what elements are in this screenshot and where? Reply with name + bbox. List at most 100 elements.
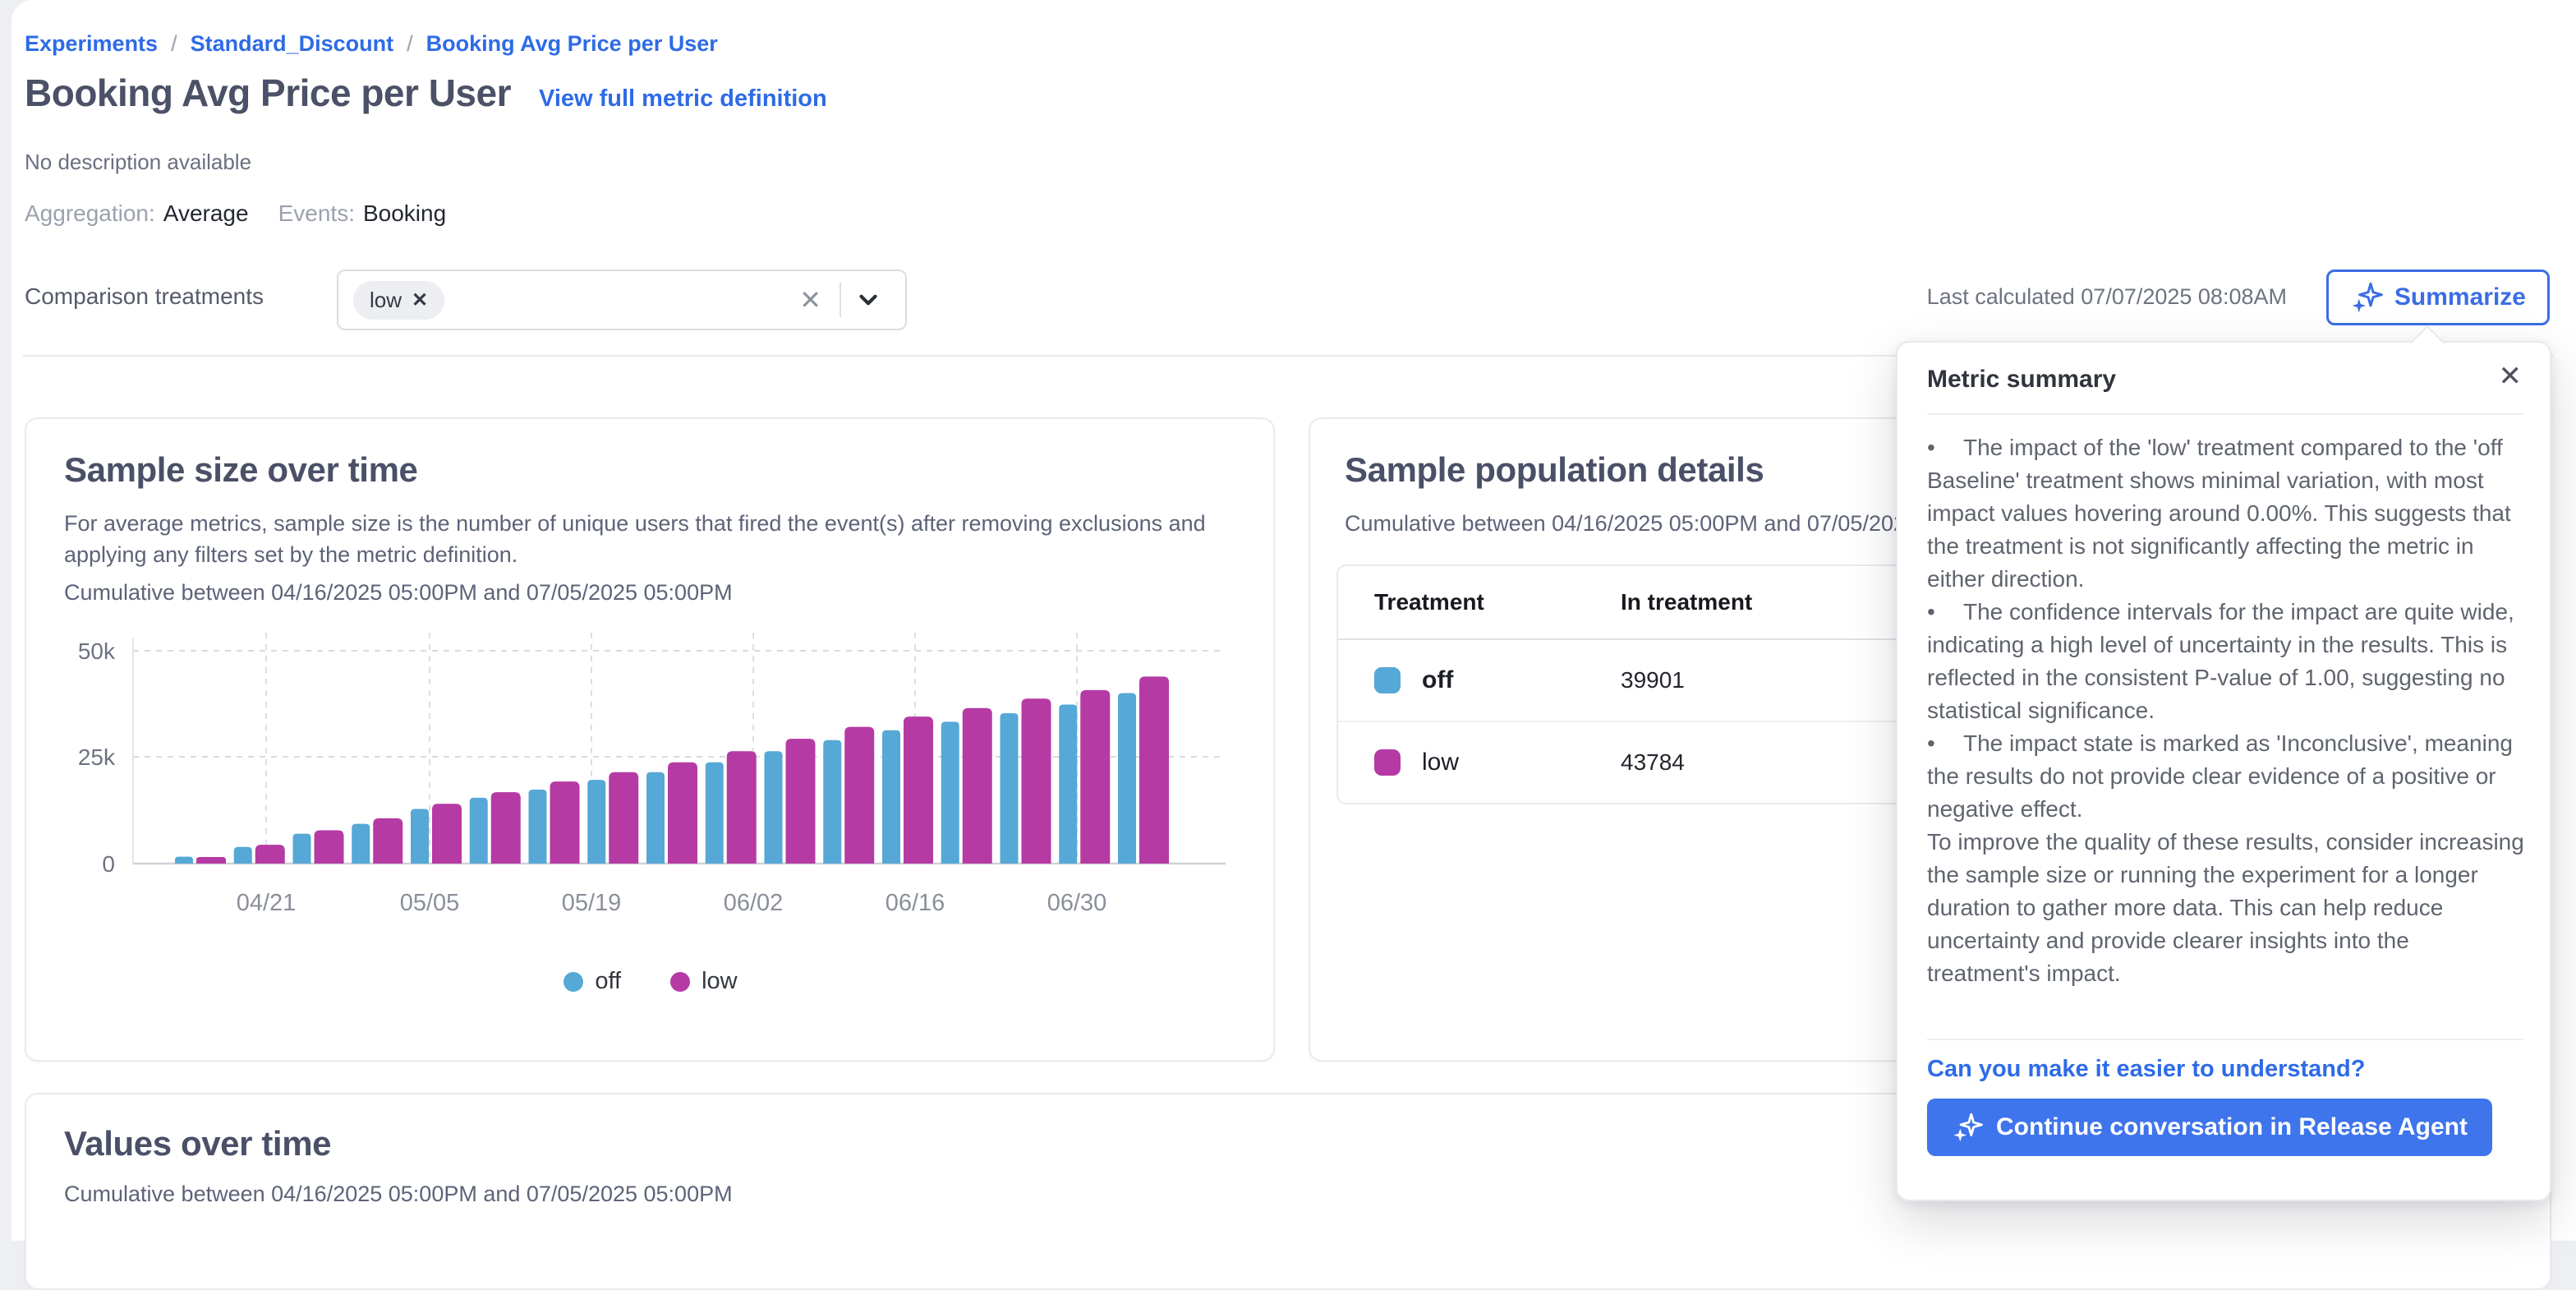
in-treatment-value: 43784 <box>1621 749 1916 776</box>
bar-off <box>823 740 841 864</box>
popover-divider <box>1927 413 2523 415</box>
metric-description: No description available <box>25 150 251 175</box>
bar-low <box>1080 690 1110 864</box>
bar-low <box>1022 698 1051 864</box>
view-metric-definition-link[interactable]: View full metric definition <box>539 85 827 113</box>
treatment-color-swatch <box>1374 667 1401 693</box>
bar-low <box>373 818 402 864</box>
bar-off <box>587 780 605 864</box>
breadcrumb-separator: / <box>407 31 413 57</box>
treatment-chip-label: low <box>370 288 402 313</box>
summary-text: •The impact of the 'low' treatment compa… <box>1927 431 2525 990</box>
followup-question-link[interactable]: Can you make it easier to understand? <box>1927 1056 2365 1083</box>
last-calculated-text: Last calculated 07/07/2025 08:08AM <box>1927 284 2287 310</box>
bar-off <box>234 847 252 864</box>
chip-remove-icon[interactable]: ✕ <box>412 288 428 312</box>
card-subtitle: Cumulative between 04/16/2025 05:00PM an… <box>64 580 733 606</box>
column-header: In treatment <box>1621 589 1916 615</box>
breadcrumb-link[interactable]: Experiments <box>25 31 158 57</box>
sample-size-card: Sample size over time For average metric… <box>25 417 1275 1062</box>
comparison-treatments-input[interactable]: low ✕ ✕ <box>337 270 907 330</box>
summary-bullet: •The impact state is marked as 'Inconclu… <box>1927 727 2525 826</box>
metric-summary-popover: Metric summary ✕ •The impact of the 'low… <box>1896 341 2551 1201</box>
column-header: Treatment <box>1374 589 1621 615</box>
legend-item-low[interactable]: low <box>670 968 738 995</box>
svg-text:04/21: 04/21 <box>237 890 297 916</box>
card-title: Sample population details <box>1345 450 1764 490</box>
bar-off <box>411 809 429 864</box>
metric-meta-row: Aggregation:Average Events:Booking <box>25 200 446 227</box>
bar-low <box>491 792 521 864</box>
continue-conversation-label: Continue conversation in Release Agent <box>1996 1113 2468 1141</box>
bar-off <box>882 730 900 864</box>
summary-closing: To improve the quality of these results,… <box>1927 826 2525 990</box>
bar-low <box>904 716 933 864</box>
summarize-button-label: Summarize <box>2394 283 2526 311</box>
aggregation-label: Aggregation: <box>25 200 155 226</box>
bar-off <box>1059 705 1077 864</box>
page-title: Booking Avg Price per User <box>25 71 511 115</box>
breadcrumb-link[interactable]: Standard_Discount <box>191 31 394 57</box>
bar-off <box>175 857 193 864</box>
legend-dot <box>670 972 690 992</box>
bar-off <box>293 834 311 864</box>
treatment-color-swatch <box>1374 749 1401 776</box>
bar-low <box>609 772 638 864</box>
bar-off <box>765 751 783 864</box>
summarize-button[interactable]: Summarize <box>2326 270 2550 325</box>
card-title: Values over time <box>64 1124 331 1163</box>
bar-low <box>963 708 992 864</box>
treatment-name: low <box>1422 749 1459 776</box>
popover-title: Metric summary <box>1927 366 2116 394</box>
card-subtitle: Cumulative between 04/16/2025 05:00PM an… <box>64 1182 733 1207</box>
bar-low <box>727 751 757 864</box>
summary-bullet: •The impact of the 'low' treatment compa… <box>1927 431 2525 596</box>
svg-text:50k: 50k <box>78 638 116 664</box>
card-title: Sample size over time <box>64 450 417 490</box>
bar-low <box>1139 676 1169 864</box>
aggregation-value: Average <box>163 200 249 226</box>
chart-legend: off low <box>26 968 1275 995</box>
svg-text:0: 0 <box>102 851 115 877</box>
chevron-down-icon[interactable] <box>846 286 890 314</box>
legend-label: off <box>595 968 621 995</box>
close-icon[interactable]: ✕ <box>2499 362 2523 390</box>
svg-text:06/30: 06/30 <box>1047 890 1107 916</box>
svg-text:06/02: 06/02 <box>724 890 784 916</box>
breadcrumb: Experiments / Standard_Discount / Booking Av… <box>25 31 718 57</box>
summary-bullet: •The confidence intervals for the impact… <box>1927 596 2525 727</box>
treatment-name: off <box>1422 666 1453 694</box>
comparison-treatments-label: Comparison treatments <box>25 283 264 310</box>
continue-conversation-button[interactable]: Continue conversation in Release Agent <box>1927 1099 2492 1156</box>
bar-off <box>352 824 370 864</box>
legend-item-off[interactable]: off <box>564 968 621 995</box>
svg-text:05/19: 05/19 <box>562 890 622 916</box>
bar-low <box>196 857 226 864</box>
bar-low <box>550 781 580 864</box>
svg-text:05/05: 05/05 <box>400 890 460 916</box>
legend-dot <box>564 972 583 992</box>
popover-divider <box>1927 1039 2523 1040</box>
bar-low <box>786 739 816 864</box>
legend-label: low <box>702 968 738 995</box>
bar-off <box>529 790 547 864</box>
bar-off <box>1118 693 1136 864</box>
breadcrumb-separator: / <box>171 31 177 57</box>
bar-off <box>941 721 959 864</box>
bar-off <box>1000 713 1019 864</box>
card-description: For average metrics, sample size is the … <box>64 508 1206 570</box>
clear-selection-icon[interactable]: ✕ <box>786 284 835 316</box>
sparkle-icon <box>2350 281 2383 314</box>
svg-text:25k: 25k <box>78 744 116 770</box>
bar-low <box>432 804 462 864</box>
sample-size-chart: 025k50k04/2105/0505/1906/0206/1606/30 <box>26 621 1275 966</box>
bar-off <box>706 762 724 864</box>
bar-low <box>315 830 344 864</box>
breadcrumb-link[interactable]: Booking Avg Price per User <box>426 31 718 57</box>
input-divider <box>840 283 841 317</box>
bar-low <box>844 727 874 864</box>
treatment-chip-low[interactable]: low ✕ <box>353 281 444 320</box>
sparkle-icon <box>1952 1112 1983 1143</box>
in-treatment-value: 39901 <box>1621 667 1916 693</box>
events-label: Events: <box>278 200 355 226</box>
